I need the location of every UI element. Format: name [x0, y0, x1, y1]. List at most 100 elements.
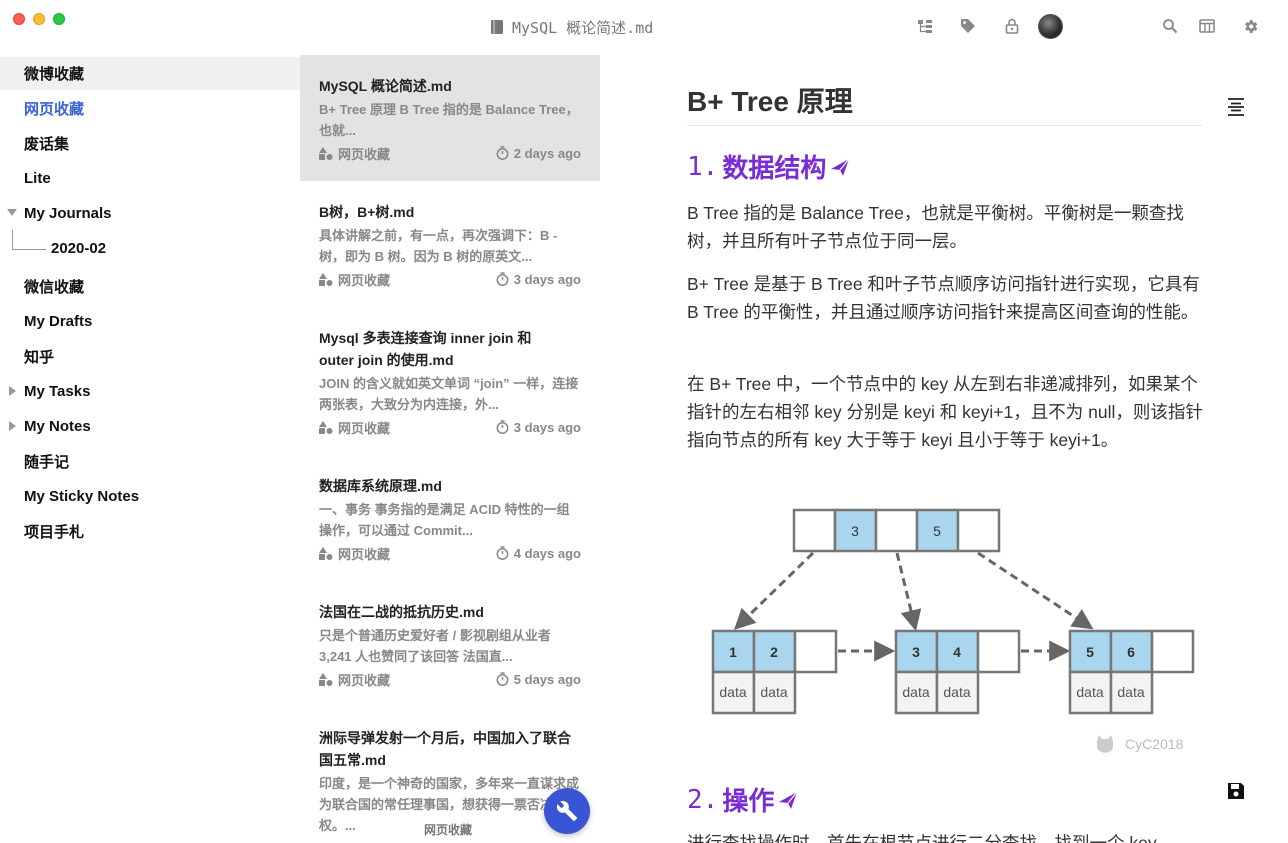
sidebar-item-weibo[interactable]: 微博收藏 [0, 57, 300, 90]
expanded-arrow-icon[interactable] [7, 208, 17, 218]
note-time: 2 days ago [513, 145, 581, 161]
note-meta: 网页收藏 3 days ago [319, 269, 581, 289]
note-item[interactable]: 法国在二战的抵抗历史.md 只是个普通历史爱好者 / 影视剧组从业者 3,241… [300, 601, 600, 689]
note-folder: 网页收藏 [338, 546, 391, 562]
avatar[interactable] [1038, 14, 1063, 39]
note-time: 4 days ago [513, 545, 581, 561]
paragraph-1: B Tree 指的是 Balance Tree，也就是平衡树。平衡树是一颗查找树… [687, 203, 1184, 251]
close-window-button[interactable] [13, 13, 25, 25]
title-bar: MySQL 概论简述.md [0, 0, 1288, 55]
note-item[interactable]: B树，B+树.md 具体讲解之前，有一点，再次强调下：B - 树，即为 B 树。… [300, 201, 600, 289]
tree-icon[interactable] [916, 17, 934, 35]
section-number: 2. [687, 784, 719, 815]
outline-icon[interactable] [1226, 97, 1246, 117]
sidebar-item-web[interactable]: 网页收藏 [0, 92, 300, 125]
sidebar-item-label: My Drafts [24, 313, 93, 330]
paper-plane-icon [831, 158, 850, 176]
sidebar-item-label: Lite [24, 170, 51, 187]
sidebar-item-weixin[interactable]: 微信收藏 [0, 270, 300, 303]
sidebar-item-my-journals[interactable]: My Journals [0, 197, 300, 230]
watermark: CyC2018 [1097, 735, 1184, 753]
note-folder: 网页收藏 [338, 146, 391, 162]
tag-icon[interactable] [959, 17, 977, 35]
tools-button[interactable] [544, 788, 590, 834]
watermark-text: CyC2018 [1125, 736, 1184, 752]
sidebar-item-feihua[interactable]: 废话集 [0, 127, 300, 160]
timer-icon [496, 420, 509, 434]
note-title: 法国在二战的抵抗历史.md [319, 604, 484, 620]
root-key: 3 [851, 523, 859, 539]
document-icon [491, 20, 503, 34]
sidebar-item-suishouji[interactable]: 随手记 [0, 445, 300, 478]
note-item[interactable]: MySQL 概论简述.md B+ Tree 原理 B Tree 指的是 Bala… [300, 55, 600, 181]
sidebar-item-my-drafts[interactable]: My Drafts [0, 305, 300, 338]
note-excerpt: 具体讲解之前，有一点，再次强调下：B - 树，即为 B 树。因为 B 树的原英文… [319, 228, 558, 264]
gear-icon[interactable] [1241, 17, 1259, 35]
layout-icon[interactable] [1198, 17, 1216, 35]
leaf-key: 2 [770, 644, 778, 660]
note-title: 洲际导弹发射一个月后，中国加入了联合国五常.md [319, 730, 571, 768]
note-excerpt: B+ Tree 原理 B Tree 指的是 Balance Tree，也就... [319, 102, 579, 138]
note-excerpt: JOIN 的含义就如英文单词 “join” 一样，连接两张表，大致分为内连接，外… [319, 376, 579, 412]
sidebar-item-label: My Journals [24, 205, 112, 222]
fab-tooltip: 网页收藏 [424, 823, 473, 837]
note-list: MySQL 概论简述.md B+ Tree 原理 B Tree 指的是 Bala… [300, 55, 600, 843]
leaf-node: 3 4 data data [894, 629, 1021, 715]
sidebar-item-label: 网页收藏 [24, 101, 85, 118]
paragraph-3: 在 B+ Tree 中，一个节点中的 key 从左到右非递减排列，如果某个指针的… [687, 374, 1203, 450]
section-heading-1: 1. 数据结构 [687, 148, 850, 185]
leaf-key: 1 [729, 644, 737, 660]
sidebar-item-project[interactable]: 项目手札 [0, 515, 300, 548]
sidebar-item-lite[interactable]: Lite [0, 162, 300, 195]
sidebar-item-label: My Sticky Notes [24, 488, 140, 505]
note-item[interactable]: 数据库系统原理.md 一、事务 事务指的是满足 ACID 特性的一组操作，可以通… [300, 475, 600, 563]
editor-pane: B+ Tree 原理 1. 数据结构 B Tree 指的是 Balance Tr… [600, 55, 1288, 843]
paragraph-4: 进行查找操作时，首先在根节点进行二分查找，找到一个 key [687, 833, 1157, 843]
note-meta: 网页收藏 5 days ago [319, 669, 581, 689]
collapsed-arrow-icon[interactable] [7, 421, 17, 431]
note-excerpt: 一、事务 事务指的是满足 ACID 特性的一组操作，可以通过 Commit... [319, 502, 570, 538]
note-meta: 网页收藏 2 days ago [319, 143, 581, 163]
section-heading-2: 2. 操作 [687, 781, 798, 818]
data-label: data [943, 684, 970, 700]
sidebar: 微博收藏 网页收藏 废话集 Lite My Journals 2020-02 微… [0, 55, 300, 843]
shapes-icon [319, 546, 333, 560]
note-folder: 网页收藏 [338, 420, 391, 436]
collapsed-arrow-icon[interactable] [7, 386, 17, 396]
leaf-node: 5 6 data data [1068, 629, 1195, 715]
data-label: data [1117, 684, 1144, 700]
pointer-arrow [733, 551, 815, 630]
zoom-window-button[interactable] [53, 13, 65, 25]
timer-icon [496, 146, 509, 160]
save-icon[interactable] [1226, 781, 1246, 801]
pointer-arrow [977, 551, 1094, 630]
note-time: 3 days ago [513, 419, 581, 435]
data-label: data [719, 684, 746, 700]
sidebar-item-sticky-notes[interactable]: My Sticky Notes [0, 480, 300, 513]
document-title: B+ Tree 原理 [687, 86, 853, 117]
note-folder: 网页收藏 [338, 272, 391, 288]
leaf-key: 3 [912, 644, 920, 660]
data-label: data [760, 684, 787, 700]
sidebar-item-label: 微信收藏 [24, 279, 85, 296]
leaf-node: 1 2 data data [711, 629, 838, 715]
window-title-text: MySQL 概论简述.md [512, 18, 654, 37]
search-icon[interactable] [1161, 17, 1179, 35]
paragraph-2: B+ Tree 是基于 B Tree 和叶子节点顺序访问指针进行实现，它具有 B… [687, 274, 1200, 322]
note-title: B树，B+树.md [319, 204, 415, 220]
minimize-window-button[interactable] [33, 13, 45, 25]
sidebar-item-2020-02[interactable]: 2020-02 [0, 232, 300, 265]
wrench-icon [556, 801, 578, 822]
note-folder: 网页收藏 [338, 672, 391, 688]
note-title: Mysql 多表连接查询 inner join 和 outer join 的使用… [319, 330, 532, 368]
sidebar-item-my-tasks[interactable]: My Tasks [0, 375, 300, 408]
sidebar-item-label: 微博收藏 [24, 66, 85, 83]
leaf-key: 6 [1127, 644, 1135, 660]
note-meta: 网页收藏 4 days ago [319, 543, 581, 563]
pointer-arrow [895, 552, 922, 632]
sidebar-item-zhihu[interactable]: 知乎 [0, 340, 300, 373]
sidebar-item-my-notes[interactable]: My Notes [0, 410, 300, 443]
lock-icon[interactable] [1003, 17, 1021, 35]
section-label: 操作 [722, 786, 775, 816]
note-item[interactable]: Mysql 多表连接查询 inner join 和 outer join 的使用… [300, 327, 600, 437]
